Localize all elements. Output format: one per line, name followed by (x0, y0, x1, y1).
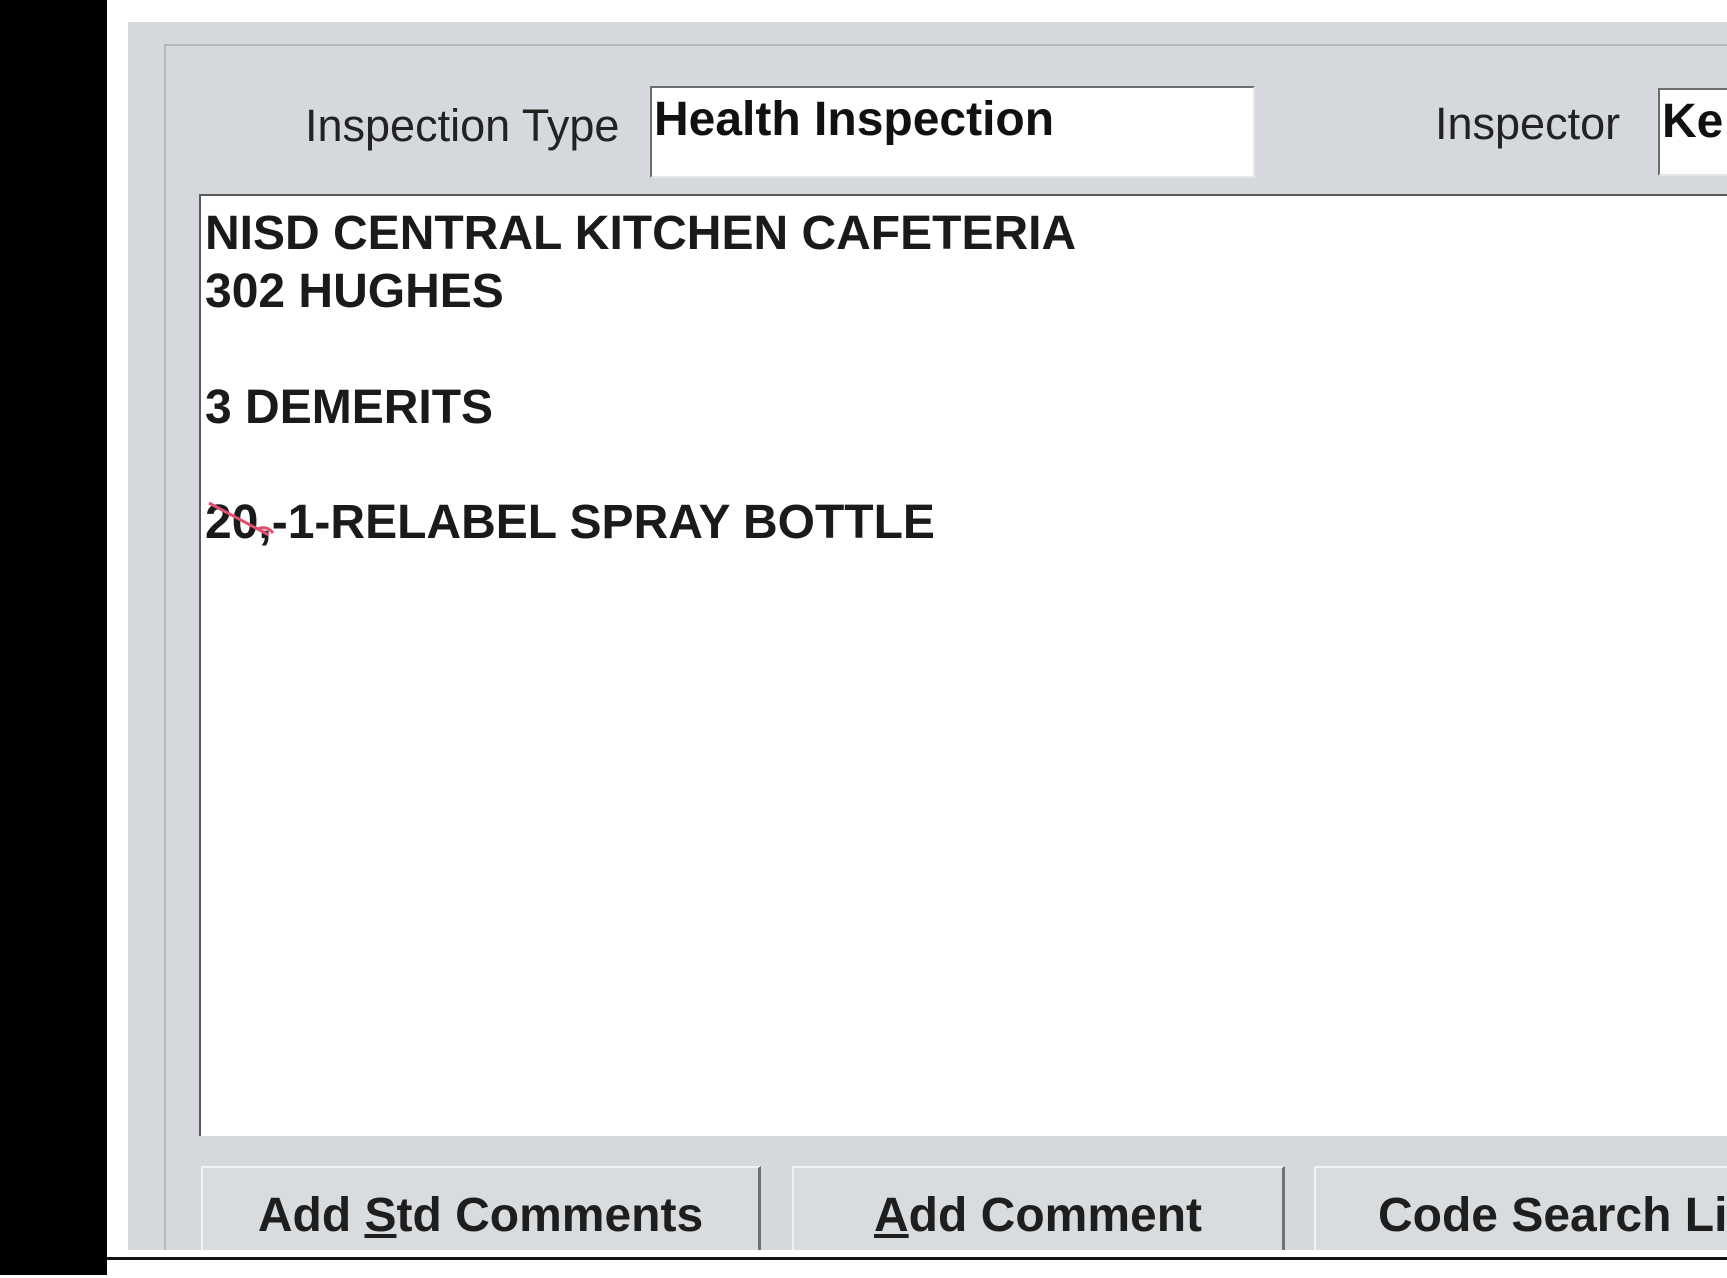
code-search-label: Code Search Li (1378, 1189, 1727, 1242)
comments-textarea[interactable]: NISD CENTRAL KITCHEN CAFETERIA 302 HUGHE… (199, 194, 1727, 1136)
comment-line-address: 302 HUGHES (205, 265, 504, 318)
code-search-button[interactable]: Code Search Li (1314, 1166, 1727, 1250)
inspection-type-field[interactable]: Health Inspection (650, 86, 1255, 178)
comment-line-violation: 20, -1-RELABEL SPRAY BOTTLE (205, 495, 935, 550)
comment-line-demerits: 3 DEMERITS (205, 381, 494, 434)
violation-text: -1-RELABEL SPRAY BOTTLE (271, 496, 935, 549)
add-comment-accelerator: A (874, 1189, 909, 1242)
inspector-field[interactable]: Ke (1658, 88, 1727, 176)
comment-line-facility: NISD CENTRAL KITCHEN CAFETERIA (205, 207, 1077, 260)
add-std-comments-button[interactable]: Add Std Comments (201, 1166, 761, 1250)
add-std-comments-label-post: td Comments (396, 1189, 704, 1242)
add-std-comments-accelerator: S (364, 1189, 397, 1242)
struck-item-number: 20, (205, 495, 275, 550)
add-comment-button[interactable]: Add Comment (792, 1166, 1285, 1250)
pen-strike-mark (208, 501, 275, 537)
inspector-label: Inspector (1435, 98, 1621, 149)
add-comment-label-post: dd Comment (908, 1189, 1202, 1242)
scan-border-left (0, 0, 107, 1275)
add-std-comments-label-pre: Add (257, 1189, 365, 1242)
inspection-type-label: Inspection Type (305, 100, 620, 151)
